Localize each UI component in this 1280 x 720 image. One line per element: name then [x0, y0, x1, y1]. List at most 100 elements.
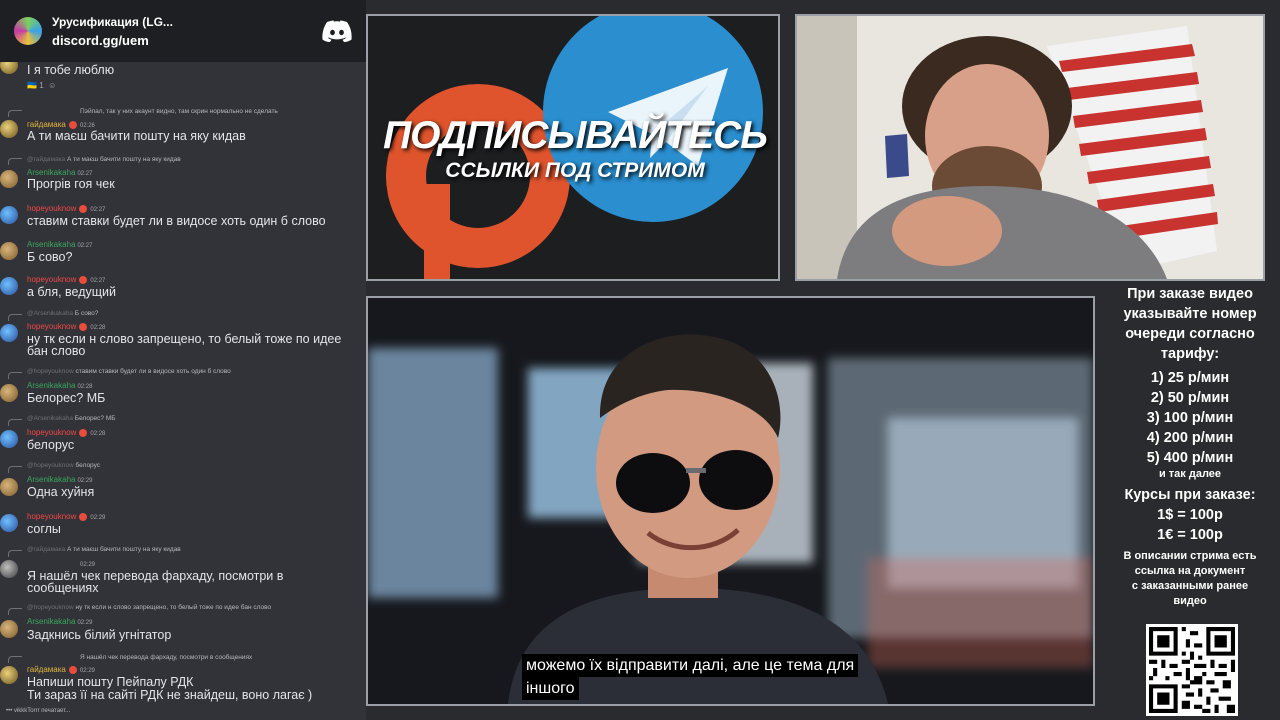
reply-username[interactable]: @hopeyouknow [27, 462, 74, 469]
reply-connector [8, 372, 22, 379]
username[interactable]: hopeyouknow [27, 322, 76, 331]
username[interactable]: hopeyouknow [27, 275, 76, 284]
avatar [0, 666, 18, 684]
reply-preview[interactable]: А ти маєш бачити пошту на яку кидав [67, 546, 181, 553]
discord-logo-icon [322, 20, 352, 42]
avatar [0, 620, 18, 638]
message-text: Б сово? [27, 250, 73, 264]
desc-line-4: видео [1173, 595, 1207, 607]
reply-username[interactable]: @гайдамака [27, 156, 65, 163]
reply-connector [8, 656, 22, 663]
message-text: А ти маєш бачити пошту на яку кидав [27, 129, 246, 143]
message-text-cont: Ти зараз її на сайті РДК не знайдеш, вон… [27, 688, 313, 702]
role-badge-icon [79, 276, 88, 285]
typing-indicator: ••• vikkkTorrr печатает... [6, 708, 71, 714]
order-info-panel: При заказе видео указывайте номер очеред… [1100, 284, 1280, 720]
message-text: Одна хуйня [27, 485, 95, 499]
avatar [0, 62, 18, 74]
role-badge-icon [79, 205, 88, 214]
desc-line-1: В описании стрима есть [1123, 550, 1257, 562]
promo-title: ПОДПИСЫВАЙТЕСЬ [383, 114, 768, 157]
avatar [0, 242, 18, 260]
role-badge-icon [79, 323, 88, 332]
caption-line-1: можемо їх відправити далі, але це тема д… [522, 654, 859, 677]
avatar [0, 170, 18, 188]
info-intro-1: При заказе видео [1127, 286, 1253, 302]
message-text: Белорес? МБ [27, 391, 106, 405]
message-text: белорус [27, 438, 75, 452]
reaction-row[interactable]: 🇺🇦 1 ☺ [27, 81, 56, 90]
reply-username[interactable]: @hopeyouknow [27, 368, 74, 375]
username[interactable]: гайдамака [27, 120, 66, 129]
invite-link[interactable]: discord.gg/uem [52, 33, 322, 48]
message-list: І я тобе люблю 🇺🇦 1 ☺ Пэйпал, так у них … [0, 62, 366, 712]
avatar [0, 560, 18, 578]
avatar [0, 120, 18, 138]
host-video-frame [368, 298, 1093, 704]
qr-code-icon[interactable] [1146, 624, 1238, 716]
typing-text: vikkkTorrr печатает... [13, 708, 71, 714]
info-intro-4: тарифу: [1160, 346, 1220, 362]
timestamp: 02:29 [77, 620, 93, 626]
reply-username[interactable]: @hopeyouknow [27, 604, 74, 611]
avatar [0, 206, 18, 224]
username[interactable]: Arsenikakaha [27, 475, 75, 484]
desc-line-3: с заказанными ранее [1131, 580, 1249, 592]
tariff-4: 4) 200 р/мин [1146, 430, 1234, 446]
info-intro-3: очереди согласно [1125, 326, 1255, 342]
guest-webcam [795, 14, 1265, 281]
username[interactable]: hopeyouknow [27, 428, 76, 437]
reply-preview[interactable]: Я нашёл чек перевода фархаду, посмотри в… [80, 654, 252, 661]
username[interactable]: hopeyouknow [27, 512, 76, 521]
reply-preview[interactable]: ставим ставки будет ли в видосе хоть оди… [76, 368, 231, 375]
reaction-count: 1 [39, 81, 44, 90]
timestamp: 02:29 [77, 478, 93, 484]
stream-layout: Урусификация (LG... discord.gg/uem І я т… [0, 0, 1280, 720]
reply-preview[interactable]: ну тк если н слово запрещено, то белый т… [76, 604, 272, 611]
avatar [0, 478, 18, 496]
message-text: ставим ставки будет ли в видосе хоть оди… [27, 214, 326, 228]
reply-username[interactable]: @Arsenikakaha [27, 310, 73, 317]
desc-line-2: ссылка на документ [1134, 565, 1246, 577]
role-badge-icon [79, 429, 88, 438]
tariff-2: 2) 50 р/мин [1150, 390, 1230, 406]
host-webcam: можемо їх відправити далі, але це тема д… [366, 296, 1095, 706]
chat-header: Урусификация (LG... discord.gg/uem [0, 0, 366, 62]
username[interactable]: Arsenikakaha [27, 168, 75, 177]
avatar [0, 514, 18, 532]
timestamp: 02:29 [79, 668, 95, 674]
tariff-5: 5) 400 р/мин [1146, 450, 1234, 466]
message-text: Задкнись білий угнітатор [27, 628, 172, 642]
reply-username[interactable]: @Arsenikakaha [27, 415, 73, 422]
timestamp: 02:27 [90, 278, 106, 284]
username[interactable]: Arsenikakaha [27, 617, 75, 626]
reply-preview[interactable]: А ти маєш бачити пошту на яку кидав [67, 156, 181, 163]
message-text-cont: сообщениях [27, 581, 99, 595]
rate-usd: 1$ = 100р [1157, 507, 1223, 523]
avatar [0, 324, 18, 342]
username[interactable]: гайдамака [27, 665, 66, 674]
timestamp: 02:27 [90, 207, 106, 213]
reply-connector [8, 466, 22, 473]
timestamp: 02:27 [77, 243, 93, 249]
username[interactable]: Arsenikakaha [27, 381, 75, 390]
reply-preview[interactable]: Б сово? [75, 310, 99, 317]
username[interactable]: hopeyouknow [27, 204, 76, 213]
reply-connector [8, 158, 22, 165]
reply-connector [8, 314, 22, 321]
role-badge-icon [68, 666, 77, 675]
message-text: І я тобе люблю [27, 63, 115, 77]
username[interactable]: Arsenikakaha [27, 240, 75, 249]
reply-username[interactable]: @гайдамака [27, 546, 65, 553]
discord-chat-overlay: Урусификация (LG... discord.gg/uem І я т… [0, 0, 366, 720]
reply-preview[interactable]: белорус [76, 462, 101, 469]
server-icon [14, 17, 42, 45]
rates-title: Курсы при заказе: [1124, 487, 1256, 503]
tariff-1: 1) 25 р/мин [1150, 370, 1230, 386]
reply-connector [8, 550, 22, 557]
tariff-etc: и так далее [1158, 468, 1222, 480]
reply-preview[interactable]: Белорес? МБ [75, 415, 116, 422]
reply-preview[interactable]: Пэйпал, так у них акаунт видно, там скри… [80, 108, 278, 115]
live-caption: можемо їх відправити далі, але це тема д… [522, 654, 859, 700]
info-intro-2: указывайте номер [1123, 306, 1257, 322]
